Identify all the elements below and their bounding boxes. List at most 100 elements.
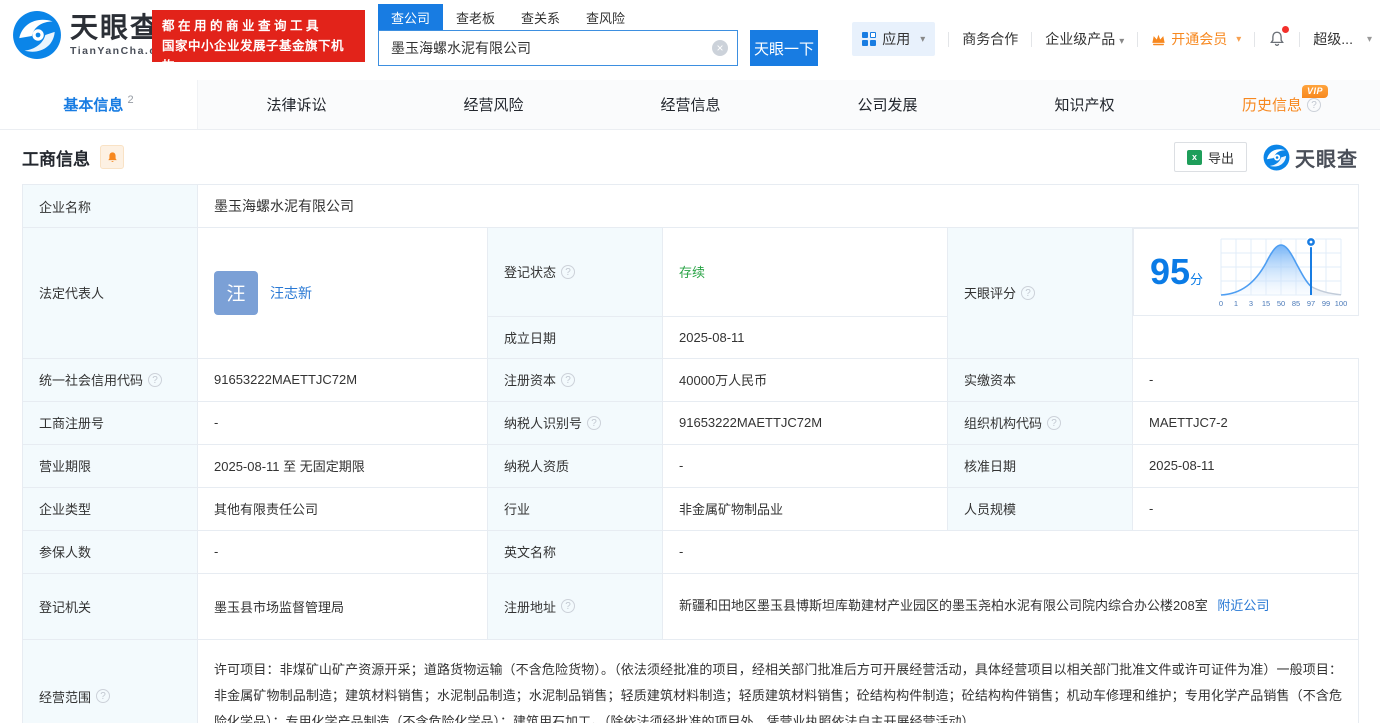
english-name-value: - bbox=[663, 530, 1359, 573]
divider bbox=[1299, 32, 1300, 47]
help-icon[interactable]: ? bbox=[561, 373, 575, 387]
table-row: 参保人数 - 英文名称 - bbox=[23, 530, 1359, 573]
field-label: 行业 bbox=[488, 487, 663, 530]
help-icon[interactable]: ? bbox=[1047, 416, 1061, 430]
chevron-down-icon: ▾ bbox=[920, 34, 925, 45]
score-cell: 95分 bbox=[1133, 228, 1359, 316]
search-tab-risk[interactable]: 查风险 bbox=[573, 4, 638, 31]
open-vip-button[interactable]: 开通会员 ▾ bbox=[1151, 29, 1241, 49]
search-tab-company[interactable]: 查公司 bbox=[378, 4, 443, 31]
field-label: 核准日期 bbox=[948, 444, 1133, 487]
section-title: 工商信息 bbox=[22, 145, 90, 170]
field-label: 注册资本? bbox=[488, 358, 663, 401]
field-label: 成立日期 bbox=[488, 316, 663, 358]
tab-company-development[interactable]: 公司发展 bbox=[789, 80, 986, 129]
field-label: 参保人数 bbox=[23, 530, 198, 573]
field-label: 天眼评分? bbox=[948, 228, 1133, 359]
table-row: 登记机关 墨玉县市场监督管理局 注册地址? 新疆和田地区墨玉县博斯坦库勒建材产业… bbox=[23, 573, 1359, 639]
export-button[interactable]: x 导出 bbox=[1174, 142, 1247, 172]
est-date-value: 2025-08-11 bbox=[663, 316, 948, 358]
vip-badge: VIP bbox=[1302, 85, 1328, 98]
taxpayer-id-value: 91653222MAETTJC72M bbox=[663, 401, 948, 444]
approval-date-value: 2025-08-11 bbox=[1133, 444, 1359, 487]
staff-size-value: - bbox=[1133, 487, 1359, 530]
search-tab-boss[interactable]: 查老板 bbox=[443, 4, 508, 31]
help-icon[interactable]: ? bbox=[561, 599, 575, 613]
slogan-line2: 国家中小企业发展子基金旗下机构 bbox=[162, 36, 355, 76]
credit-code-value: 91653222MAETTJC72M bbox=[198, 358, 488, 401]
table-row: 统一社会信用代码? 91653222MAETTJC72M 注册资本? 40000… bbox=[23, 358, 1359, 401]
legal-rep-link[interactable]: 汪志新 bbox=[270, 283, 312, 303]
divider bbox=[948, 32, 949, 47]
search-tabs: 查公司 查老板 查关系 查风险 bbox=[378, 4, 818, 30]
search-input[interactable] bbox=[378, 30, 738, 66]
menu-business-coop[interactable]: 商务合作 bbox=[962, 29, 1018, 49]
svg-text:85: 85 bbox=[1292, 299, 1300, 308]
notification-bell-button[interactable] bbox=[1268, 30, 1286, 48]
apps-label: 应用 bbox=[882, 29, 910, 49]
taxpayer-quality-value: - bbox=[663, 444, 948, 487]
company-nav-tabs: 基本信息2 法律诉讼 经营风险 经营信息 公司发展 知识产权 历史信息 ? VI… bbox=[0, 80, 1380, 130]
help-icon[interactable]: ? bbox=[148, 373, 162, 387]
field-label: 工商注册号 bbox=[23, 401, 198, 444]
help-icon[interactable]: ? bbox=[96, 689, 110, 703]
reg-status-value: 存续 bbox=[663, 228, 948, 317]
top-menu: 应用 ▾ 商务合作 企业级产品▾ 开通会员 ▾ 超级... ▾ bbox=[852, 22, 1372, 56]
reg-capital-value: 40000万人民币 bbox=[663, 358, 948, 401]
help-icon[interactable]: ? bbox=[1307, 98, 1321, 112]
clear-icon[interactable]: × bbox=[712, 40, 728, 56]
chevron-down-icon: ▾ bbox=[1236, 34, 1241, 45]
tab-intellectual-property[interactable]: 知识产权 bbox=[986, 80, 1183, 129]
tab-operation-risk[interactable]: 经营风险 bbox=[395, 80, 592, 129]
divider bbox=[1031, 32, 1032, 47]
table-row: 经营范围? 许可项目：非煤矿山矿产资源开采；道路货物运输（不含危险货物）。（依法… bbox=[23, 639, 1359, 723]
field-label: 登记机关 bbox=[23, 573, 198, 639]
monitor-bell-button[interactable] bbox=[100, 145, 124, 169]
reg-address-cell: 新疆和田地区墨玉县博斯坦库勒建材产业园区的墨玉尧柏水泥有限公司院内综合办公楼20… bbox=[663, 573, 1359, 639]
field-label: 人员规模 bbox=[948, 487, 1133, 530]
field-label: 企业类型 bbox=[23, 487, 198, 530]
svg-text:50: 50 bbox=[1277, 299, 1285, 308]
industry-value: 非金属矿物制品业 bbox=[663, 487, 948, 530]
apps-menu[interactable]: 应用 ▾ bbox=[852, 22, 935, 56]
search-area: 查公司 查老板 查关系 查风险 × 天眼一下 bbox=[378, 4, 818, 66]
svg-text:100: 100 bbox=[1335, 299, 1347, 308]
tab-basic-info[interactable]: 基本信息2 bbox=[0, 80, 198, 129]
nearby-companies-link[interactable]: 附近公司 bbox=[1217, 598, 1269, 613]
notification-dot bbox=[1282, 26, 1289, 33]
help-icon[interactable]: ? bbox=[1021, 286, 1035, 300]
tianyancha-logo[interactable]: 天眼查 TianYanCha.com bbox=[12, 10, 175, 60]
field-label: 经营范围? bbox=[23, 639, 198, 723]
excel-icon: x bbox=[1187, 150, 1202, 165]
help-icon[interactable]: ? bbox=[587, 416, 601, 430]
svg-text:15: 15 bbox=[1262, 299, 1270, 308]
table-row: 营业期限 2025-08-11 至 无固定期限 纳税人资质 - 核准日期 202… bbox=[23, 444, 1359, 487]
tianyancha-logo-icon bbox=[12, 10, 62, 60]
field-label: 法定代表人 bbox=[23, 228, 198, 359]
field-label: 登记状态? bbox=[488, 228, 663, 317]
help-icon[interactable]: ? bbox=[561, 265, 575, 279]
paid-capital-value: - bbox=[1133, 358, 1359, 401]
tab-operation-info[interactable]: 经营信息 bbox=[592, 80, 789, 129]
search-button[interactable]: 天眼一下 bbox=[750, 30, 818, 66]
reg-number-value: - bbox=[198, 401, 488, 444]
search-tab-relation[interactable]: 查关系 bbox=[508, 4, 573, 31]
business-term-value: 2025-08-11 至 无固定期限 bbox=[198, 444, 488, 487]
score-value: 95 bbox=[1150, 251, 1190, 292]
menu-enterprise-product[interactable]: 企业级产品▾ bbox=[1045, 29, 1124, 49]
tab-count-badge: 2 bbox=[127, 94, 133, 106]
divider bbox=[1254, 32, 1255, 47]
top-header: 天眼查 TianYanCha.com 都在用的商业查询工具 国家中小企业发展子基… bbox=[0, 0, 1380, 72]
tab-legal-proceedings[interactable]: 法律诉讼 bbox=[198, 80, 395, 129]
field-label: 纳税人资质 bbox=[488, 444, 663, 487]
legal-rep-cell: 汪 汪志新 bbox=[198, 228, 488, 359]
tab-history-info[interactable]: 历史信息 ? VIP bbox=[1183, 80, 1380, 129]
reg-address-value: 新疆和田地区墨玉县博斯坦库勒建材产业园区的墨玉尧柏水泥有限公司院内综合办公楼20… bbox=[679, 598, 1208, 613]
chevron-down-icon[interactable]: ▾ bbox=[1367, 34, 1372, 45]
table-row: 企业名称 墨玉海螺水泥有限公司 bbox=[23, 185, 1359, 228]
avatar[interactable]: 汪 bbox=[214, 271, 258, 315]
score-distribution-chart[interactable]: 0 1 3 15 50 85 97 99 100 bbox=[1215, 233, 1347, 311]
tianyancha-logo-icon bbox=[1263, 144, 1290, 171]
company-type-value: 其他有限责任公司 bbox=[198, 487, 488, 530]
account-menu[interactable]: 超级... bbox=[1313, 29, 1353, 49]
